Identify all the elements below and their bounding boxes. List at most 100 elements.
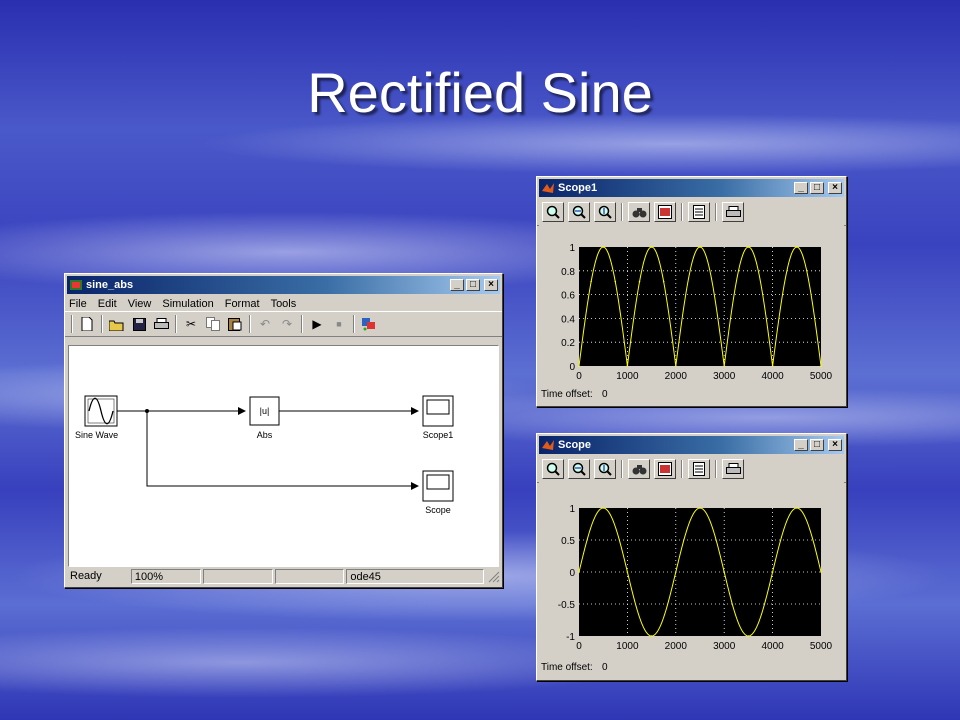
open-icon[interactable] xyxy=(108,315,126,333)
close-button[interactable]: × xyxy=(484,279,498,291)
status-zoom: 100% xyxy=(130,569,201,584)
menu-format[interactable]: Format xyxy=(225,298,260,310)
x-tick-label: 0 xyxy=(576,371,582,382)
menu-edit[interactable]: Edit xyxy=(98,298,117,310)
cut-icon[interactable]: ✂ xyxy=(182,315,200,333)
scope-plot-area: 0 1000 2000 3000 4000 5000 1 0.5 0 -0.5 -1 Time of… xyxy=(539,482,844,678)
new-icon[interactable] xyxy=(78,315,96,333)
data-point xyxy=(578,571,580,573)
data-point xyxy=(675,571,677,573)
model-window-title: sine_abs xyxy=(86,279,134,291)
scope-toolbar xyxy=(537,456,846,483)
undo-icon[interactable]: ↶ xyxy=(256,315,274,333)
scope1-block[interactable] xyxy=(422,395,454,427)
y-tick-label: 1 xyxy=(569,243,575,254)
abs-block[interactable]: |u| xyxy=(249,396,280,426)
scope-chart[interactable]: 0 1000 2000 3000 4000 5000 1 0.5 0 -0.5 -1 xyxy=(539,482,844,655)
y-tick-label: 1 xyxy=(569,504,575,515)
autoscale-icon[interactable] xyxy=(628,202,650,222)
model-toolbar: ✂ ↶ ↷ ▶ ■ xyxy=(65,311,502,337)
data-point xyxy=(723,571,725,573)
maximize-button[interactable]: □ xyxy=(466,279,480,291)
scope1-window-title: Scope1 xyxy=(558,182,598,194)
matlab-app-icon xyxy=(541,181,555,195)
toolbar-separator xyxy=(715,203,717,221)
data-point xyxy=(602,507,604,509)
print-icon[interactable] xyxy=(722,459,744,479)
save-icon[interactable] xyxy=(130,315,148,333)
scope-window-title: Scope xyxy=(558,439,592,451)
x-tick-label: 5000 xyxy=(810,371,833,382)
resize-grip-icon[interactable] xyxy=(486,569,500,583)
zoom-icon[interactable] xyxy=(542,202,564,222)
data-point xyxy=(614,280,617,283)
abs-block-symbol: |u| xyxy=(260,406,270,416)
menu-simulation[interactable]: Simulation xyxy=(162,298,213,310)
zoom-y-icon[interactable] xyxy=(594,202,616,222)
parameters-icon[interactable] xyxy=(688,459,710,479)
stop-simulation-icon[interactable]: ■ xyxy=(330,315,348,333)
model-canvas[interactable]: Sine Wave |u| Abs Scope1 Scope xyxy=(68,345,499,567)
data-point xyxy=(771,571,774,573)
data-point xyxy=(590,280,592,283)
status-solver: ode45 xyxy=(346,569,484,584)
status-cell-3 xyxy=(202,569,273,584)
slide-title: Rectified Sine xyxy=(307,61,653,124)
zoom-x-icon[interactable] xyxy=(568,202,590,222)
zoom-y-icon[interactable] xyxy=(594,459,616,479)
redo-icon[interactable]: ↷ xyxy=(278,315,296,333)
simulink-app-icon xyxy=(69,278,83,292)
zoom-icon[interactable] xyxy=(542,459,564,479)
copy-icon[interactable] xyxy=(204,315,222,333)
data-point xyxy=(650,635,653,637)
sine-wave-label: Sine Wave xyxy=(75,430,118,440)
menu-view[interactable]: View xyxy=(128,298,152,310)
model-menubar: File Edit View Simulation Format Tools xyxy=(65,296,502,311)
minimize-button[interactable]: _ xyxy=(450,279,464,291)
menu-file[interactable]: File xyxy=(69,298,87,310)
save-axes-icon[interactable] xyxy=(654,202,676,222)
x-tick-label: 2000 xyxy=(665,371,688,382)
minimize-button[interactable]: _ xyxy=(794,182,808,194)
minimize-button[interactable]: _ xyxy=(794,439,808,451)
zoom-x-icon[interactable] xyxy=(568,459,590,479)
menu-tools[interactable]: Tools xyxy=(271,298,297,310)
save-axes-icon[interactable] xyxy=(654,459,676,479)
toolbar-separator xyxy=(715,460,717,478)
y-tick-label: 0.5 xyxy=(561,536,575,547)
paste-icon[interactable] xyxy=(226,315,244,333)
data-point xyxy=(699,507,701,509)
scope1-titlebar[interactable]: Scope1 _ □ × xyxy=(539,179,844,197)
data-point xyxy=(699,246,701,248)
scope-titlebar[interactable]: Scope _ □ × xyxy=(539,436,844,454)
data-point xyxy=(723,365,725,367)
toolbar-separator xyxy=(353,315,355,333)
model-window: sine_abs _ □ × File Edit View Simulation… xyxy=(64,273,503,588)
scope1-toolbar xyxy=(537,199,846,226)
x-tick-label: 3000 xyxy=(713,371,736,382)
print-icon[interactable] xyxy=(152,315,170,333)
toolbar-separator xyxy=(301,315,303,333)
maximize-button[interactable]: □ xyxy=(810,439,824,451)
library-browser-icon[interactable] xyxy=(360,315,378,333)
signal-line-sine-scope[interactable] xyxy=(146,411,419,490)
sine-wave-block[interactable] xyxy=(84,395,118,427)
plot-background xyxy=(579,247,821,366)
data-point xyxy=(626,365,629,367)
scope1-chart[interactable]: 0 1000 2000 3000 4000 5000 1 0.8 0.6 0.4 0.2 0 xyxy=(539,225,844,383)
start-simulation-icon[interactable]: ▶ xyxy=(308,315,326,333)
x-tick-label: 4000 xyxy=(761,371,784,382)
toolbar-separator xyxy=(681,460,683,478)
print-icon[interactable] xyxy=(722,202,744,222)
autoscale-icon[interactable] xyxy=(628,459,650,479)
toolbar-separator xyxy=(175,315,177,333)
model-titlebar[interactable]: sine_abs _ □ × xyxy=(67,276,500,294)
close-button[interactable]: × xyxy=(828,439,842,451)
scope-block[interactable] xyxy=(422,470,454,502)
parameters-icon[interactable] xyxy=(688,202,710,222)
x-tick-label: 0 xyxy=(576,641,582,652)
maximize-button[interactable]: □ xyxy=(810,182,824,194)
close-button[interactable]: × xyxy=(828,182,842,194)
scope1-window: Scope1 _ □ × 0 1000 2000 3000 4000 5000 1 0.8 0.… xyxy=(536,176,847,407)
toolbar-separator xyxy=(101,315,103,333)
